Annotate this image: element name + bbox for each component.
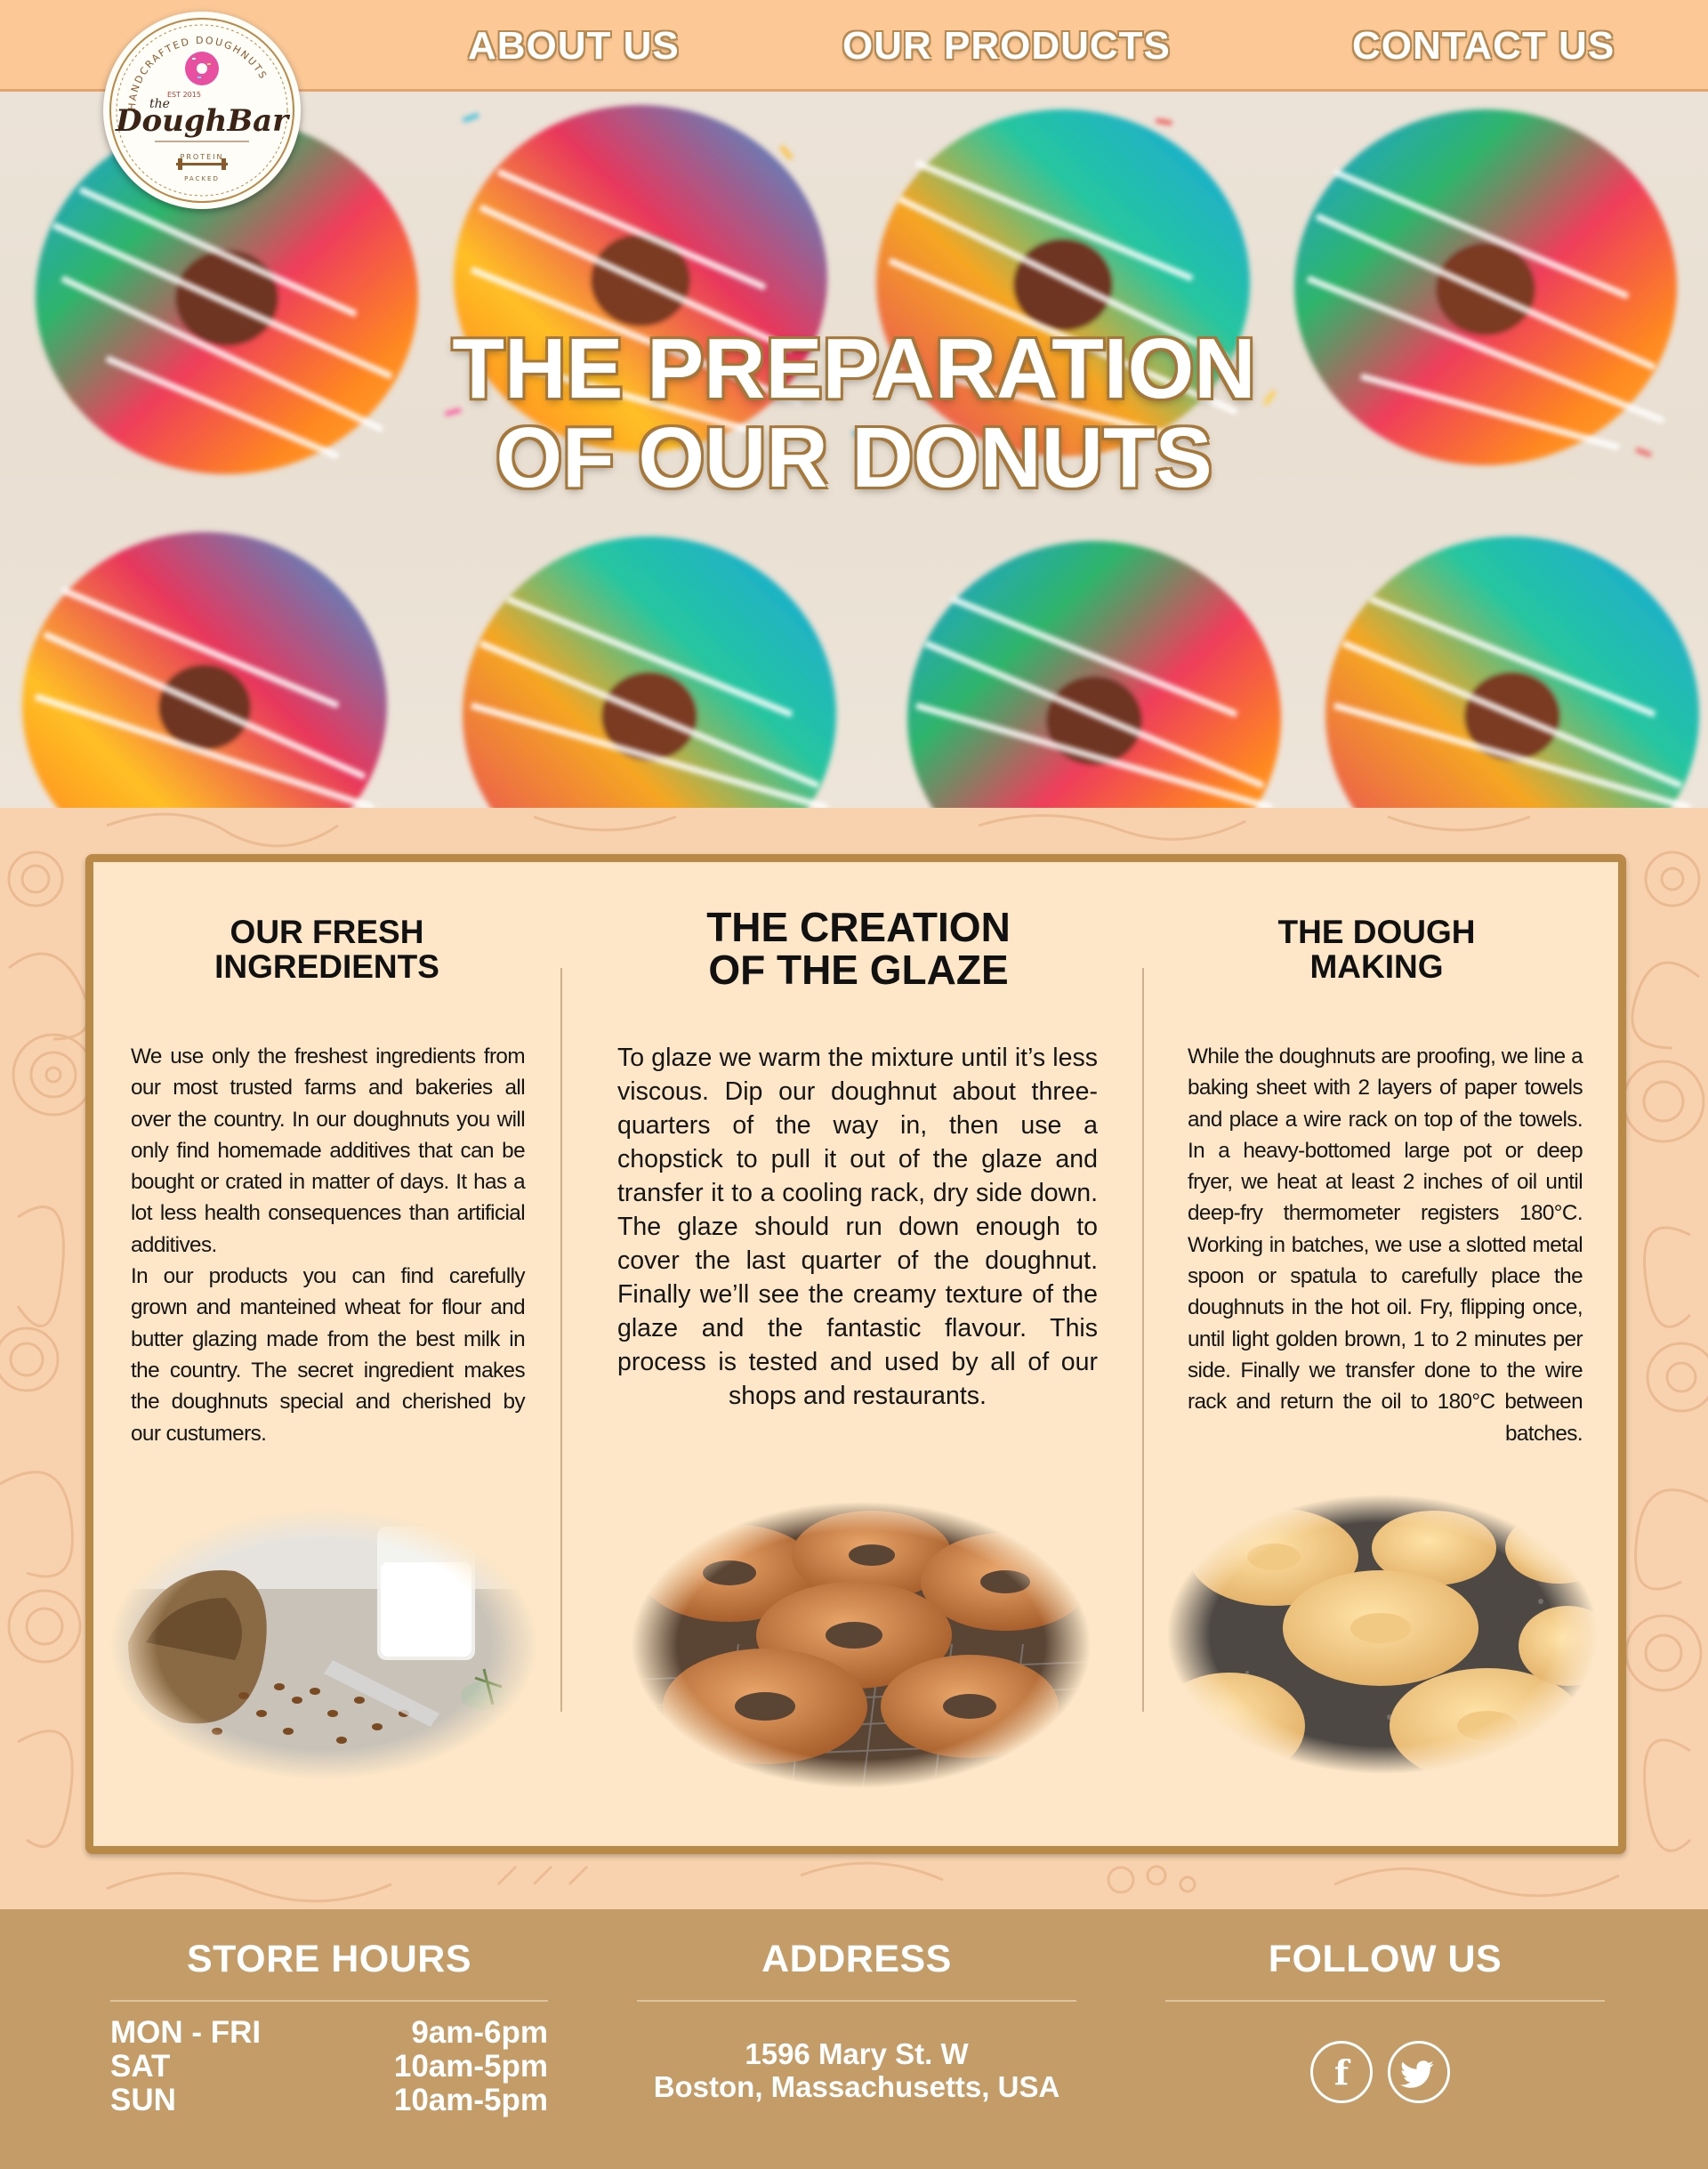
- column-divider: [560, 968, 562, 1712]
- hours-time: 10am-5pm: [393, 2083, 548, 2117]
- address-title: ADDRESS: [761, 1938, 952, 1980]
- glaze-title-line2: OF THE GLAZE: [708, 947, 1009, 993]
- address-line-1: 1596 Mary St. W: [745, 2037, 969, 2070]
- ingredients-photo: [110, 1509, 537, 1779]
- hero-title-line1: THE PREPARATION: [452, 321, 1256, 416]
- ingredients-title-line2: INGREDIENTS: [214, 948, 439, 985]
- hours-day: SAT: [110, 2049, 171, 2084]
- glaze-text: To glaze we warm the mixture until it’s …: [617, 1044, 1098, 1410]
- hours-day: SUN: [110, 2083, 176, 2117]
- dough-text: While the doughnuts are proofing, we lin…: [1188, 1044, 1583, 1446]
- nav-our-products[interactable]: OUR PRODUCTS: [842, 20, 1171, 73]
- facebook-icon: f: [1334, 2052, 1351, 2092]
- footer-divider: [110, 2000, 548, 2002]
- logo-tagline-1: PROTEIN: [181, 153, 224, 161]
- donut-icon: [185, 52, 219, 85]
- hero-title: THE PREPARATION OF OUR DONUTS: [0, 325, 1708, 503]
- hours-row: SAT 10am-5pm: [110, 2050, 548, 2084]
- dough-title: THE DOUGH MAKING: [1183, 915, 1570, 984]
- twitter-link[interactable]: [1388, 2041, 1450, 2103]
- nav-about-us[interactable]: ABOUT US: [468, 20, 680, 73]
- glaze-title-line1: THE CREATION: [706, 904, 1011, 950]
- facebook-link[interactable]: f: [1310, 2041, 1373, 2103]
- address-line-2: Boston, Massachusetts, USA: [653, 2070, 1060, 2103]
- hours-row: MON - FRI 9am-6pm: [110, 2016, 548, 2050]
- hours-row: SUN 10am-5pm: [110, 2084, 548, 2117]
- store-hours-title: STORE HOURS: [186, 1938, 472, 1980]
- svg-text:f: f: [1334, 2052, 1351, 2092]
- footer-divider: [637, 2000, 1076, 2002]
- hours-day: MON - FRI: [110, 2015, 262, 2050]
- dough-photo: [1167, 1495, 1598, 1774]
- store-address: 1596 Mary St. W Boston, Massachusetts, U…: [637, 2037, 1076, 2103]
- footer-divider: [1165, 2000, 1605, 2002]
- hours-time: 9am-6pm: [411, 2015, 548, 2050]
- twitter-icon: [1400, 2060, 1434, 2088]
- dough-title-line1: THE DOUGH: [1277, 914, 1476, 950]
- ingredients-text: We use only the freshest ingredients fro…: [131, 1041, 526, 1449]
- ingredients-title: OUR FRESH INGREDIENTS: [133, 915, 520, 984]
- logo-badge: HANDCRAFTED DOUGHNUTS EST 2015 the Dough…: [109, 18, 294, 203]
- column-divider: [1142, 968, 1144, 1712]
- glaze-title: THE CREATION OF THE GLAZE: [623, 906, 1094, 991]
- follow-us-title: FOLLOW US: [1268, 1938, 1503, 1980]
- ingredients-paragraph-1: We use only the freshest ingredients fro…: [131, 1044, 526, 1257]
- doughbar-logo[interactable]: HANDCRAFTED DOUGHNUTS EST 2015 the Dough…: [103, 12, 301, 209]
- hero-title-line2: OF OUR DONUTS: [495, 410, 1213, 505]
- logo-est: EST 2015: [167, 91, 201, 99]
- logo-brand: DoughBar: [115, 103, 290, 139]
- ingredients-paragraph-2: In our products you can find carefully g…: [131, 1264, 526, 1446]
- logo-tagline-2: PACKED: [184, 175, 220, 182]
- dough-title-line2: MAKING: [1309, 948, 1444, 985]
- store-hours-list: MON - FRI 9am-6pm SAT 10am-5pm SUN 10am-…: [110, 2016, 548, 2117]
- hours-time: 10am-5pm: [393, 2049, 548, 2084]
- nav-contact-us[interactable]: CONTACT US: [1352, 20, 1615, 73]
- ingredients-title-line1: OUR FRESH: [230, 914, 424, 950]
- glaze-photo: [632, 1502, 1091, 1788]
